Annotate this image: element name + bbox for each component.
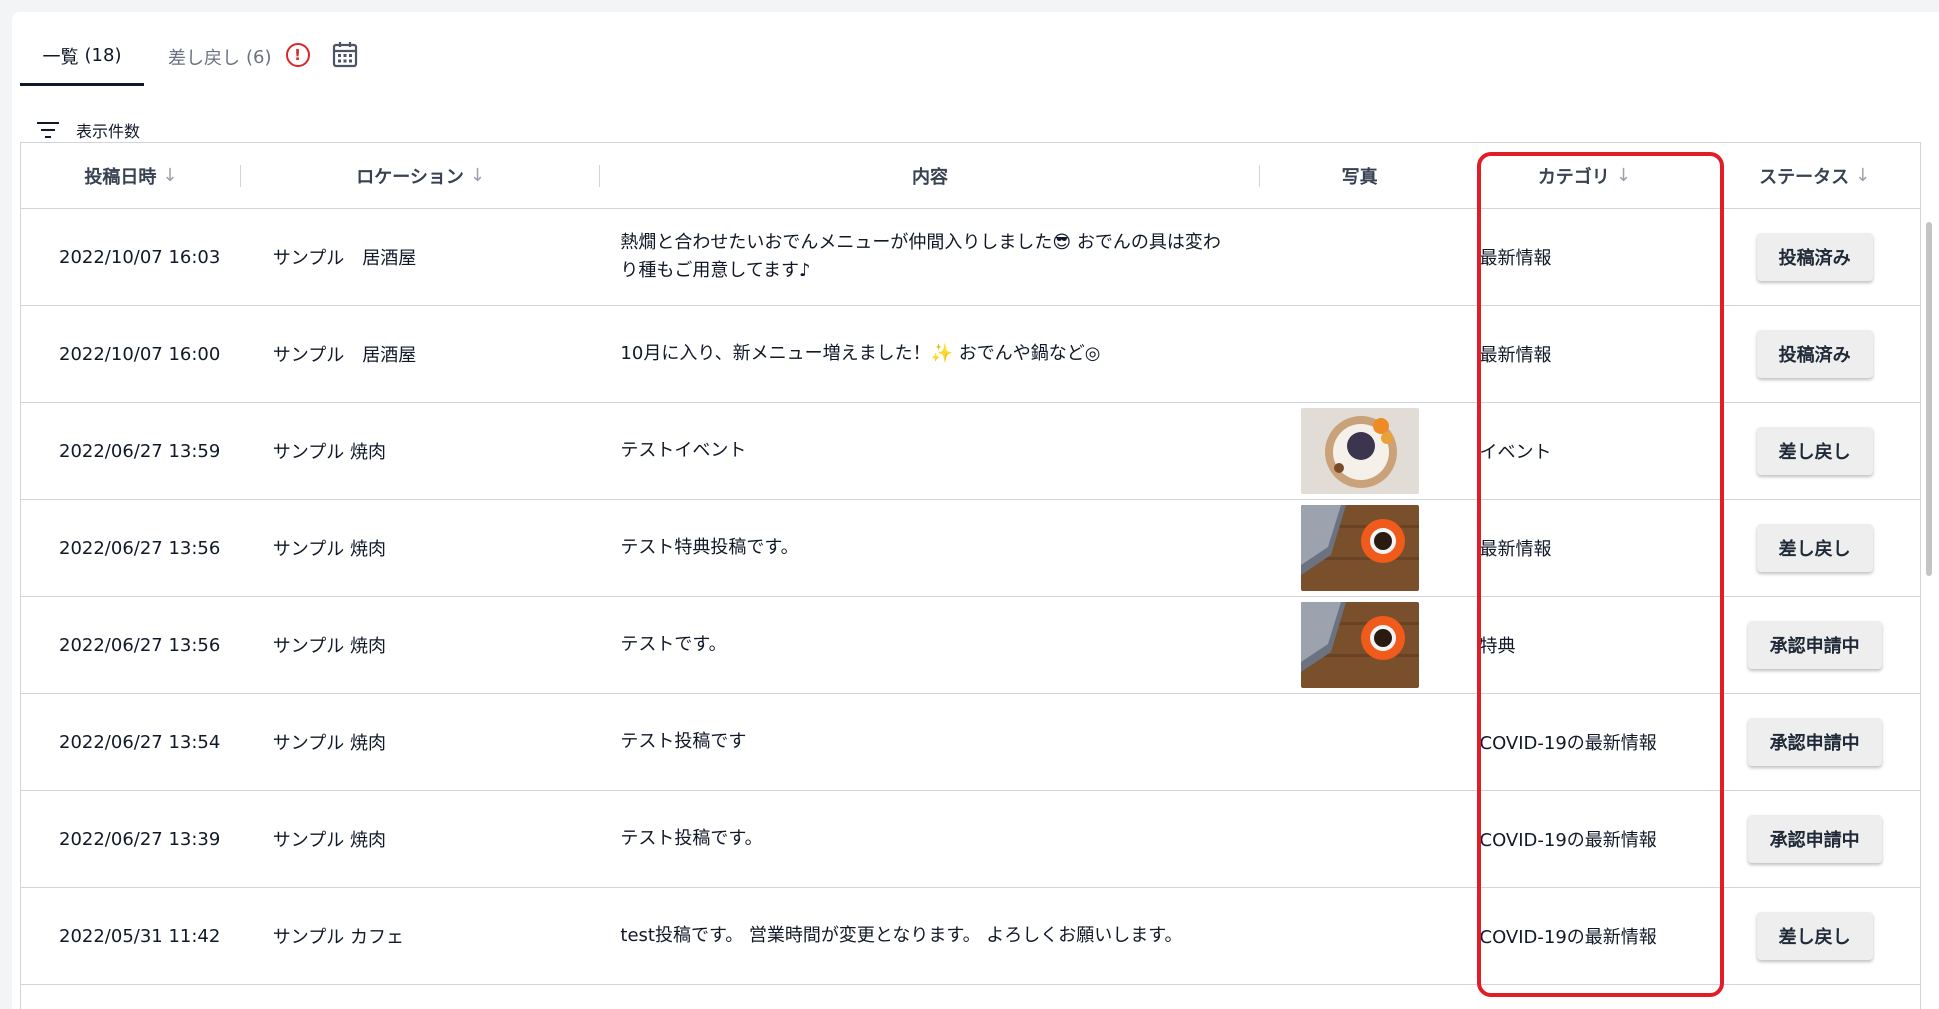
header-category[interactable]: カテゴリ ↓: [1460, 143, 1710, 208]
cell-content: テスト投稿です。: [620, 828, 763, 849]
table-row[interactable]: 2022/06/27 13:56 サンプル 焼肉 テスト特典投稿です。 最新情報…: [21, 500, 1920, 597]
cell-date: 2022/10/07 16:03: [59, 246, 221, 268]
table-row[interactable]: 2022/06/27 13:56 サンプル 焼肉 テストです。 特典 承認申請中: [21, 597, 1920, 694]
table-header: 投稿日時 ↓ ロケーション ↓ 内容 写真 カテゴリ ↓ ステータス ↓: [21, 143, 1920, 209]
tab-all[interactable]: 一覧 (18): [20, 28, 144, 86]
cell-date: 2022/10/07 16:00: [59, 343, 221, 365]
table-row[interactable]: 2022/06/27 13:54 サンプル 焼肉 テスト投稿です COVID-1…: [21, 694, 1920, 791]
filter-icon: [37, 122, 59, 138]
cell-category: 最新情報: [1479, 248, 1552, 269]
cell-photo: [1260, 791, 1460, 887]
cell-photo: [1260, 500, 1460, 596]
cell-location: サンプル 焼肉: [272, 733, 386, 754]
cell-date: 2022/06/27 13:39: [59, 828, 221, 850]
cell-photo: [1260, 597, 1460, 693]
table-row[interactable]: 2022/10/07 16:03 サンプル 居酒屋 熱燗と合わせたいおでんメニュ…: [21, 209, 1920, 306]
cell-category: COVID-19の最新情報: [1479, 830, 1657, 851]
cell-status: 差し戻し: [1709, 500, 1920, 596]
header-date[interactable]: 投稿日時 ↓: [21, 143, 241, 208]
cell-photo: [1260, 694, 1460, 790]
display-count-filter[interactable]: 表示件数: [36, 118, 140, 142]
status-button[interactable]: 差し戻し: [1756, 524, 1873, 572]
cell-location: サンプル カフェ: [272, 927, 404, 948]
cell-date: 2022/06/27 13:56: [59, 634, 221, 656]
cell-location: サンプル 焼肉: [272, 830, 386, 851]
cell-content: テスト特典投稿です。: [620, 537, 799, 558]
dish-photo-thumbnail[interactable]: [1300, 408, 1419, 494]
cell-category: イベント: [1479, 442, 1552, 463]
cell-content: test投稿です。 営業時間が変更となります。 よろしくお願いします。: [620, 925, 1183, 946]
sort-arrow-icon: ↓: [1855, 165, 1871, 186]
cell-content: テストです。: [620, 634, 727, 655]
header-content: 内容: [600, 143, 1260, 208]
cell-status: 差し戻し: [1709, 888, 1920, 984]
table-row[interactable]: 2022/06/27 13:59 サンプル 焼肉 テストイベント イベント 差し…: [21, 403, 1920, 500]
cell-status: 承認申請中: [1709, 791, 1920, 887]
tab-all-count: (18): [84, 45, 122, 66]
cell-category: COVID-19の最新情報: [1479, 733, 1657, 754]
cell-location: サンプル 焼肉: [272, 442, 386, 463]
sort-arrow-icon: ↓: [1615, 165, 1631, 186]
cell-photo: [1260, 403, 1460, 499]
cell-date: 2022/06/27 13:56: [59, 537, 221, 559]
header-status[interactable]: ステータス ↓: [1709, 143, 1920, 208]
header-content-label: 内容: [912, 166, 949, 188]
cell-category: 最新情報: [1479, 539, 1552, 560]
tab-all-label: 一覧: [42, 46, 79, 68]
sort-arrow-icon: ↓: [162, 165, 178, 186]
cell-content: 10月に入り、新メニュー増えました！✨ おでんや鍋など◎: [620, 343, 1101, 364]
header-photo-label: 写真: [1341, 166, 1378, 188]
status-button[interactable]: 差し戻し: [1756, 427, 1873, 475]
header-location[interactable]: ロケーション ↓: [241, 143, 601, 208]
cell-content: 熱燗と合わせたいおでんメニューが仲間入りしました😎 おでんの具は変わり種もご用意…: [620, 232, 1221, 281]
cell-content: テスト投稿です: [620, 731, 747, 752]
cell-location: サンプル 居酒屋: [272, 248, 417, 269]
cell-status: 投稿済み: [1709, 306, 1920, 402]
cell-date: 2022/06/27 13:59: [59, 440, 221, 462]
cell-location: サンプル 焼肉: [272, 539, 386, 560]
cell-status: 承認申請中: [1709, 597, 1920, 693]
table-row[interactable]: 2022/10/07 16:00 サンプル 居酒屋 10月に入り、新メニュー増え…: [21, 306, 1920, 403]
header-date-label: 投稿日時: [84, 166, 157, 188]
cell-photo: [1260, 888, 1460, 984]
coffee-photo-thumbnail[interactable]: [1300, 602, 1419, 688]
vertical-scrollbar[interactable]: [1926, 222, 1932, 576]
tab-returned-count: (6): [246, 46, 272, 68]
cell-status: 投稿済み: [1709, 209, 1920, 305]
cell-date: 2022/06/27 13:54: [59, 731, 221, 753]
cell-status: 承認申請中: [1709, 694, 1920, 790]
header-category-label: カテゴリ: [1537, 166, 1610, 188]
calendar-icon[interactable]: [332, 40, 358, 68]
status-button[interactable]: 差し戻し: [1756, 912, 1873, 960]
alert-icon: !: [285, 43, 310, 67]
cell-photo: [1260, 306, 1460, 402]
status-button[interactable]: 投稿済み: [1756, 330, 1873, 378]
filter-label: 表示件数: [76, 122, 141, 141]
header-status-label: ステータス: [1759, 166, 1850, 188]
cell-content: テストイベント: [620, 440, 747, 461]
cell-category: COVID-19の最新情報: [1479, 927, 1657, 948]
tab-returned[interactable]: 差し戻し (6): [144, 28, 284, 86]
table-row[interactable]: 2022/06/27 13:39 サンプル 焼肉 テスト投稿です。 COVID-…: [21, 791, 1920, 888]
sort-arrow-icon: ↓: [469, 165, 485, 186]
status-button[interactable]: 承認申請中: [1747, 718, 1882, 766]
cell-category: 最新情報: [1479, 345, 1552, 366]
header-photo: 写真: [1260, 143, 1460, 208]
cell-date: 2022/05/31 11:42: [59, 925, 221, 947]
tab-bar: 一覧 (18) 差し戻し (6) !: [20, 28, 358, 88]
status-button[interactable]: 投稿済み: [1756, 233, 1873, 281]
cell-location: サンプル 居酒屋: [272, 345, 417, 366]
tab-returned-label: 差し戻し: [168, 48, 240, 69]
cell-photo: [1260, 209, 1460, 305]
coffee-photo-thumbnail[interactable]: [1300, 505, 1419, 591]
table-row[interactable]: 2022/05/31 11:42 サンプル カフェ test投稿です。 営業時間…: [21, 888, 1920, 985]
cell-status: 差し戻し: [1709, 403, 1920, 499]
header-location-label: ロケーション: [356, 166, 464, 188]
status-button[interactable]: 承認申請中: [1747, 621, 1882, 669]
status-button[interactable]: 承認申請中: [1747, 815, 1882, 863]
posts-table: 投稿日時 ↓ ロケーション ↓ 内容 写真 カテゴリ ↓ ステータス ↓ 2022/10…: [20, 142, 1921, 1009]
cell-category: 特典: [1479, 636, 1516, 657]
cell-location: サンプル 焼肉: [272, 636, 386, 657]
